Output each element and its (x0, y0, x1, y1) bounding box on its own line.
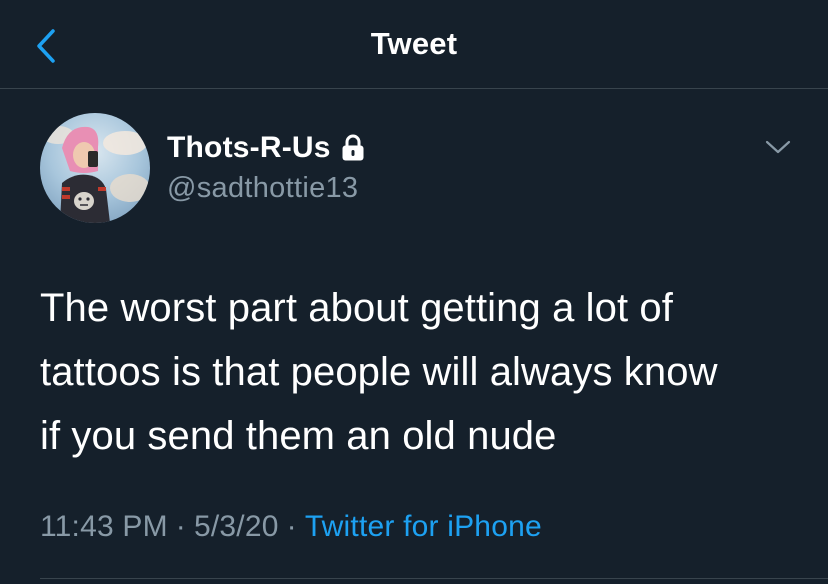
lock-icon (341, 134, 365, 162)
tweet-text: The worst part about getting a lot of ta… (40, 286, 718, 458)
tweet-meta: 11:43 PM · 5/3/20 · Twitter for iPhone (40, 510, 542, 544)
chevron-down-icon (765, 140, 791, 154)
display-name-row: Thots-R-Us (167, 128, 365, 168)
meta-separator: · (286, 510, 297, 543)
profile-photo (40, 113, 150, 223)
user-handle[interactable]: @sadthottie13 (167, 172, 365, 205)
tweet-author[interactable]: Thots-R-Us @sadthottie13 (167, 128, 365, 205)
display-name[interactable]: Thots-R-Us (167, 131, 331, 165)
page-title: Tweet (370, 26, 458, 61)
tweet-time: 11:43 PM (40, 510, 168, 543)
meta-separator: · (175, 510, 186, 543)
top-bar: Tweet (0, 0, 828, 89)
avatar[interactable] (40, 113, 150, 223)
tweet-source-link[interactable]: Twitter for iPhone (305, 510, 542, 543)
tweet-date: 5/3/20 (194, 510, 279, 543)
divider (40, 578, 828, 579)
tweet-menu-button[interactable] (762, 133, 794, 161)
